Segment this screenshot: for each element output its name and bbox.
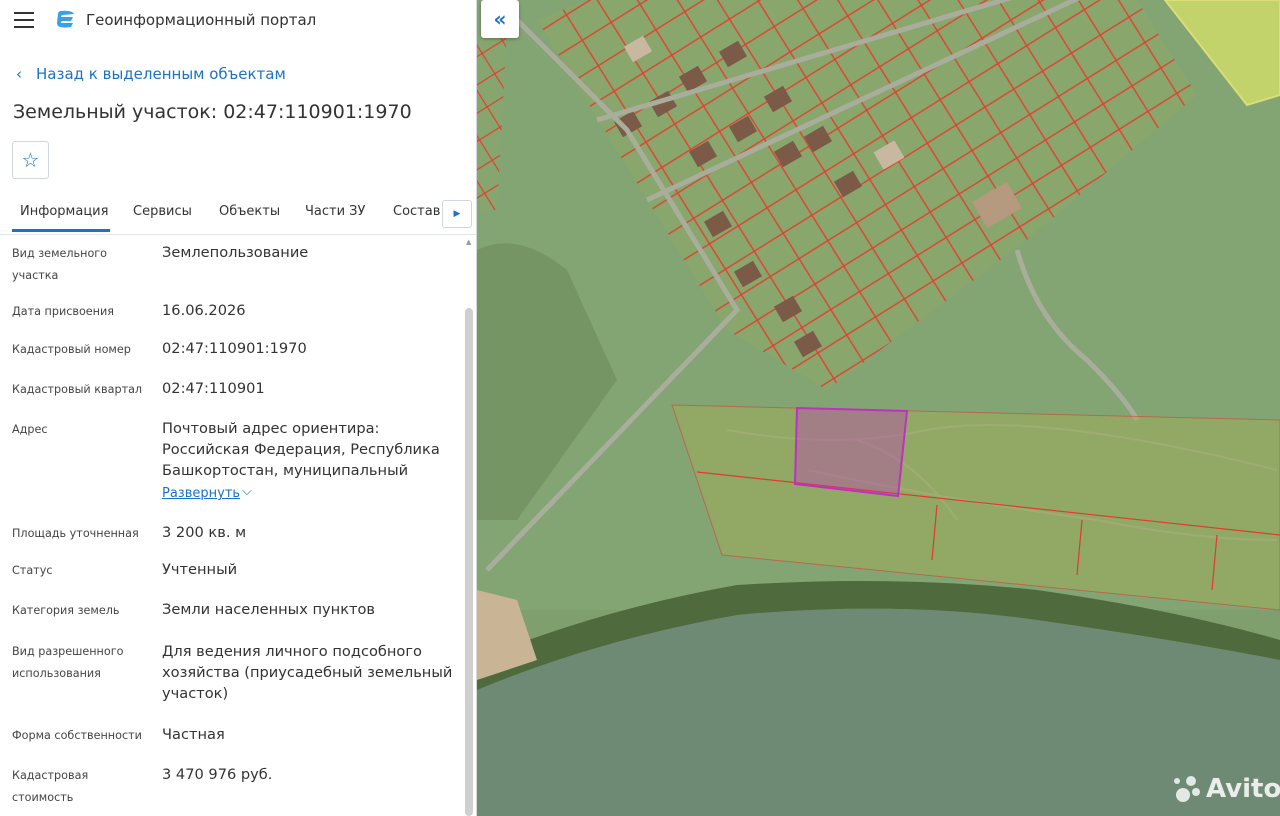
attr-label-cadastral-number: Кадастровый номер xyxy=(12,343,131,356)
attr-value-land-type: Землепользование xyxy=(162,244,309,261)
attr-label-status: Статус xyxy=(12,564,53,577)
attr-label-permitted-use: Вид разрешенного использования xyxy=(12,645,124,680)
scroll-up-arrow-icon[interactable]: ▲ xyxy=(466,238,471,246)
watermark-text: Avito xyxy=(1206,774,1280,804)
attr-label-date: Дата присвоения xyxy=(12,305,114,318)
attr-value-land-category: Земли населенных пунктов xyxy=(162,601,376,618)
object-title: Земельный участок: 02:47:110901:1970 xyxy=(13,101,412,123)
app-title: Геоинформационный портал xyxy=(86,11,317,29)
satellite-map[interactable] xyxy=(477,0,1280,816)
attr-value-date: 16.06.2026 xyxy=(162,302,246,319)
attr-label-ownership: Форма собственности xyxy=(12,729,142,742)
avito-logo-icon xyxy=(1172,774,1202,804)
collapse-panel-button[interactable]: « xyxy=(481,0,519,38)
attr-label-cadastral-quarter: Кадастровый квартал xyxy=(12,383,143,396)
attr-value-cadastral-quarter: 02:47:110901 xyxy=(162,380,265,397)
attr-label-land-type: Вид земельного участка xyxy=(12,247,108,282)
double-chevron-left-icon: « xyxy=(493,7,507,31)
tab-information[interactable]: Информация xyxy=(20,204,108,219)
top-bar: Геоинформационный портал xyxy=(0,0,476,40)
info-panel: Геоинформационный портал ‹ Назад к выдел… xyxy=(0,0,477,816)
attr-value-permitted-use: Для ведения личного подсобного хозяйства… xyxy=(162,643,453,702)
tab-composition[interactable]: Состав xyxy=(393,204,440,219)
selected-parcel[interactable] xyxy=(793,406,909,498)
tab-bar: Информация Сервисы Объекты Части ЗУ Сост… xyxy=(0,196,476,235)
tabs-next-button[interactable]: ▶ xyxy=(442,200,472,228)
map-view[interactable] xyxy=(477,0,1280,816)
star-icon: ☆ xyxy=(21,148,40,172)
triangle-right-icon: ▶ xyxy=(453,209,461,219)
attr-label-address: Адрес xyxy=(12,423,48,436)
attr-value-cadastral-value: 3 470 976 руб. xyxy=(162,766,273,783)
favorite-button[interactable]: ☆ xyxy=(12,141,49,179)
attr-label-area: Площадь уточненная xyxy=(12,527,139,540)
back-link-label: Назад к выделенным объектам xyxy=(36,65,286,83)
tab-services[interactable]: Сервисы xyxy=(133,204,192,219)
hamburger-icon[interactable] xyxy=(14,12,34,28)
portal-logo-icon xyxy=(57,10,74,28)
attr-value-ownership: Частная xyxy=(162,726,225,743)
tab-parts[interactable]: Части ЗУ xyxy=(305,204,365,219)
tab-objects[interactable]: Объекты xyxy=(219,204,280,219)
back-to-selected-link[interactable]: ‹ Назад к выделенным объектам xyxy=(16,64,286,84)
attr-value-cadastral-number: 02:47:110901:1970 xyxy=(162,340,307,357)
avito-watermark: Avito xyxy=(1172,774,1280,804)
address-expand-link[interactable]: Развернуть xyxy=(162,486,240,501)
attr-label-cadastral-value: Кадастровая стоимость xyxy=(12,769,89,804)
chevron-down-icon[interactable]: ⌵ xyxy=(242,484,252,499)
scrollbar-thumb[interactable] xyxy=(465,308,473,816)
attr-value-address: Почтовый адрес ориентира: Российская Фед… xyxy=(162,420,440,479)
attr-value-status: Учтенный xyxy=(162,561,238,578)
chevron-left-icon: ‹ xyxy=(16,65,22,83)
active-tab-indicator xyxy=(12,229,110,232)
attr-value-area: 3 200 кв. м xyxy=(162,524,247,541)
attr-label-land-category: Категория земель xyxy=(12,604,120,617)
